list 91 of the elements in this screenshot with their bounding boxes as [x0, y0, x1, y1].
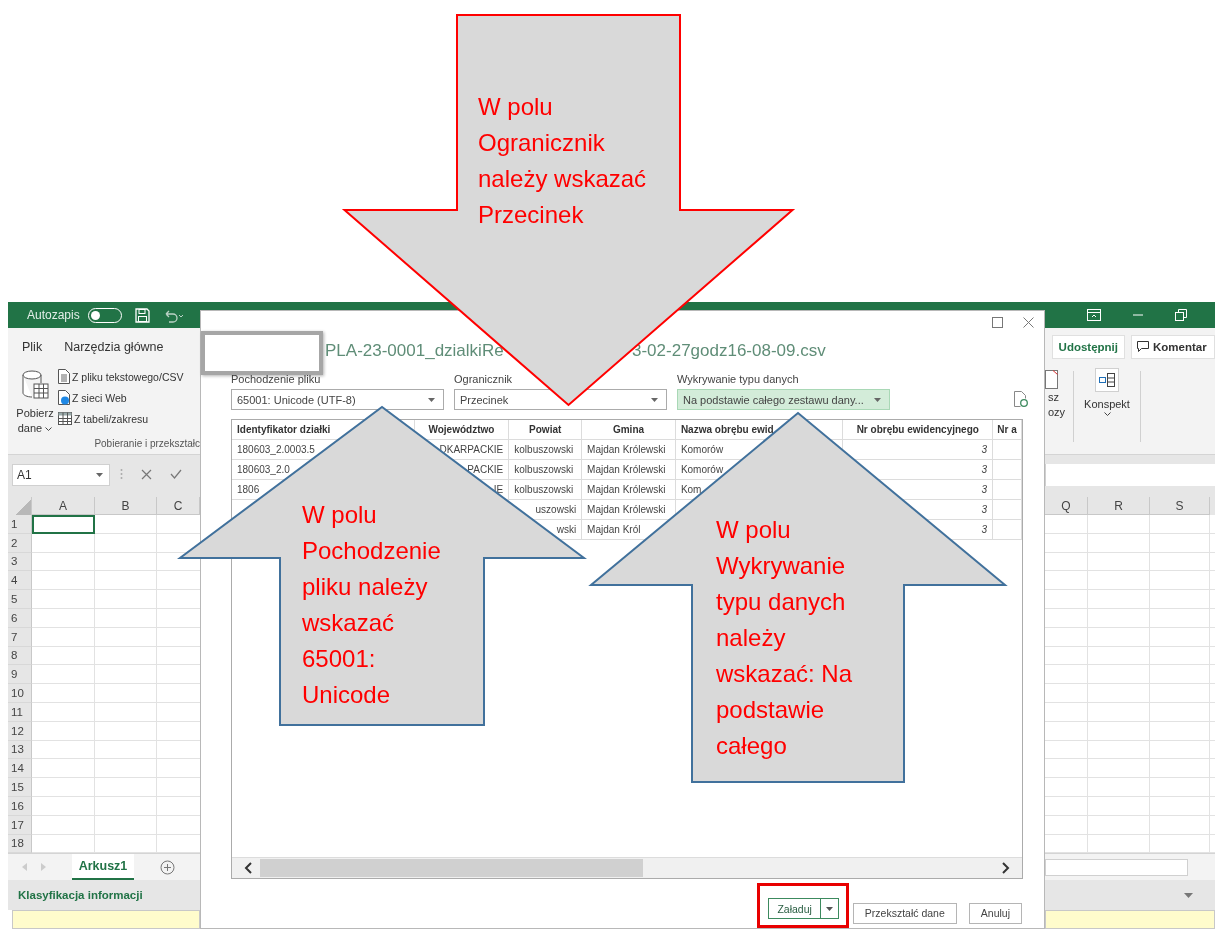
table-cell [993, 520, 1022, 540]
column-header[interactable]: Nr obrębu ewidencyjnego [856, 424, 979, 435]
save-icon[interactable] [134, 307, 150, 323]
caret-icon [874, 397, 881, 402]
ribbon-command[interactable]: Z pliku tekstowego/CSV [58, 368, 184, 385]
table-cell: Majdan Królewski [582, 440, 676, 460]
column-header[interactable]: Nr a [997, 424, 1017, 435]
dropdown[interactable]: Przecinek [454, 389, 667, 410]
dialog-button[interactable]: Anuluj [968, 902, 1022, 924]
column-header[interactable]: Nazwa obrębu ewid [680, 424, 774, 435]
ribbon-command[interactable]: Z sieci Web [58, 389, 184, 406]
column-header[interactable]: Identyfikator działki [237, 424, 331, 435]
cell-grid[interactable] [1045, 515, 1215, 854]
table-cell [993, 480, 1022, 500]
autosave-label: Autozapis [27, 308, 80, 322]
table-cell: Majdan Królewski [582, 460, 676, 480]
scroll-thumb[interactable] [260, 859, 643, 877]
column-header[interactable]: B [95, 497, 157, 515]
ribbon-command[interactable]: Z tabeli/zakresu [58, 410, 184, 427]
scroll-left-icon[interactable] [244, 862, 252, 874]
share-button[interactable]: Udostępnij [1051, 334, 1125, 359]
column-header[interactable]: Powiat [529, 424, 562, 435]
formula-field[interactable] [1045, 464, 1215, 486]
more-icon [120, 468, 123, 480]
dropdown[interactable]: 65001: Unicode (UTF-8) [231, 389, 444, 410]
caret-icon [96, 473, 103, 477]
outline-button[interactable]: Konspekt [1077, 365, 1137, 454]
table-cell: kolbuszowski [509, 480, 583, 500]
get-data-button[interactable]: Pobierz dane [12, 370, 58, 454]
table-cell [993, 460, 1022, 480]
comments-button[interactable]: Komentar [1131, 334, 1215, 359]
classification-field[interactable] [1045, 910, 1215, 929]
ribbon-label: sz [1048, 390, 1059, 405]
horizontal-scrollbar[interactable] [232, 857, 1022, 878]
table-icon [58, 412, 72, 425]
caret-icon [428, 397, 435, 402]
caret-icon [651, 397, 658, 402]
database-icon [21, 370, 49, 400]
table-cell: Majdan Królewski [582, 480, 676, 500]
column-header[interactable]: R [1088, 497, 1150, 515]
add-sheet-icon[interactable] [160, 859, 175, 875]
ribbon-label: ozy [1048, 405, 1066, 420]
document-icon [58, 369, 70, 384]
comment-icon [1137, 341, 1149, 352]
ribbon-tab[interactable]: Narzędzia główne [64, 339, 164, 354]
row-number[interactable]: 15 [8, 778, 32, 797]
row-number[interactable]: 10 [8, 684, 32, 703]
scroll-track[interactable] [1045, 858, 1188, 876]
table-cell [993, 500, 1022, 520]
ribbon-tab[interactable]: Plik [22, 339, 43, 354]
field-label: Ogranicznik [454, 372, 514, 386]
column-header[interactable]: A [32, 497, 95, 515]
chevron-icon [1103, 412, 1111, 417]
table-cell: kolbuszowski [509, 460, 583, 480]
chevron-icon [45, 427, 53, 432]
group-label: Pobieranie i przekształc [94, 438, 200, 449]
load-button[interactable]: Załaduj [768, 898, 839, 919]
callout-text: W polu Ogranicznik należy wskazać Przecinek [478, 92, 648, 230]
row-number[interactable]: 14 [8, 759, 32, 779]
web-document-icon [58, 390, 70, 405]
callout-text: W polu Pochodzenie pliku należy wskazać 65001: Unicode [302, 500, 442, 710]
dropdown[interactable]: Na podstawie całego zestawu dany... [677, 389, 890, 410]
caret-icon [825, 906, 833, 911]
row-number[interactable]: 5 [8, 590, 32, 609]
row-number[interactable]: 1 [8, 515, 32, 534]
field-label: Pochodzenie pliku [231, 372, 322, 386]
scroll-right-icon[interactable] [1002, 862, 1010, 874]
dialog-button[interactable]: Przekształć dane [852, 902, 957, 924]
column-header[interactable]: S [1150, 497, 1210, 515]
column-header[interactable]: Gmina [612, 424, 645, 435]
caret-icon[interactable] [1184, 892, 1193, 898]
classification-field[interactable] [12, 910, 200, 929]
refresh-icon[interactable] [1014, 391, 1028, 407]
table-cell: kolbuszowski [509, 440, 583, 460]
close-icon[interactable] [1023, 316, 1034, 328]
dialog-title: 3-02-27godz16-08-09.csv [632, 341, 826, 361]
maximize-icon[interactable] [992, 316, 1003, 328]
field-label: Wykrywanie typu danych [677, 372, 800, 386]
row-number[interactable]: 9 [8, 665, 32, 685]
column-header[interactable]: Województwo [428, 424, 495, 435]
confirm-icon[interactable] [170, 469, 182, 479]
name-box[interactable]: A1 [12, 464, 110, 486]
outline-icon [1099, 373, 1115, 387]
selected-cell[interactable] [32, 515, 95, 534]
restore-icon[interactable] [1175, 309, 1187, 321]
cancel-icon[interactable] [141, 468, 152, 480]
info-bar-title: Klasyfikacja informacji [18, 889, 143, 902]
sheet-tab[interactable]: Arkusz1 [72, 854, 134, 881]
ribbon-display-icon[interactable] [1087, 309, 1101, 321]
row-number[interactable]: 4 [8, 571, 32, 591]
dialog-title: PLA-23-0001_dzialkiRe [325, 341, 504, 361]
